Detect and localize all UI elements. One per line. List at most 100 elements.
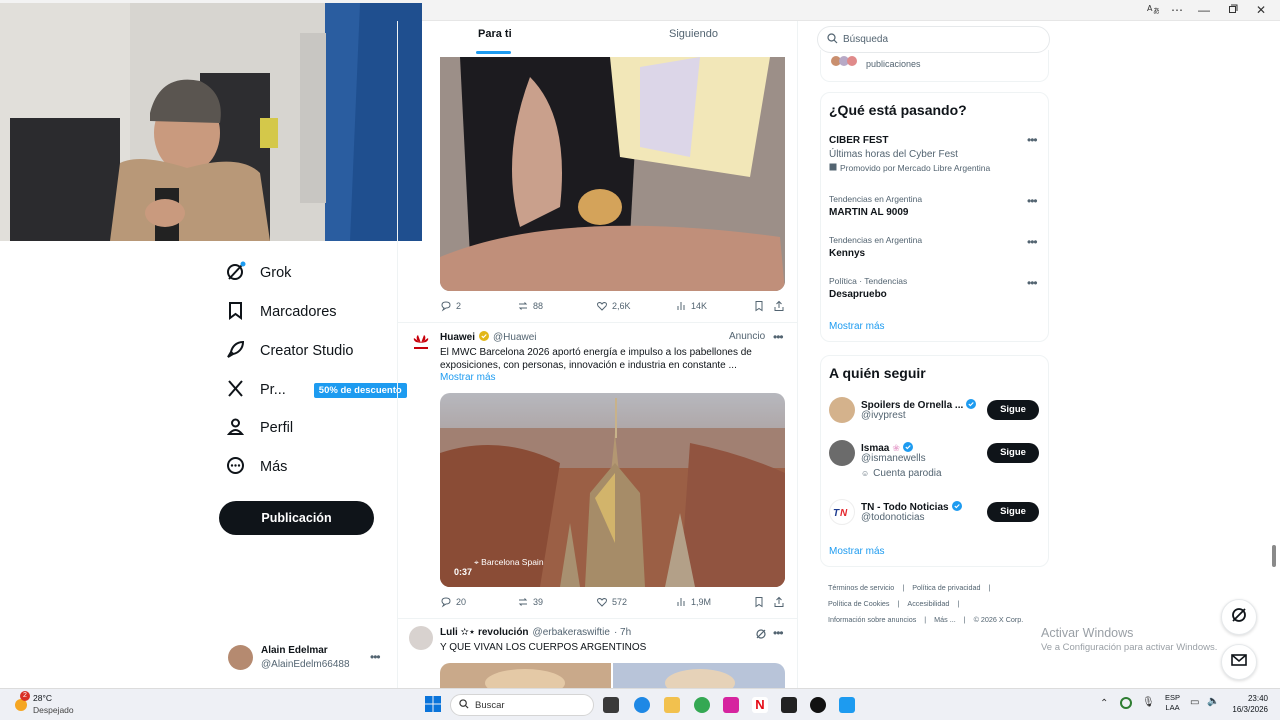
like-button[interactable]: 572 bbox=[596, 596, 627, 608]
account-switcher[interactable]: Alain Edelmar @AlainEdelm66488 ••• bbox=[228, 643, 388, 673]
more-icon[interactable]: ••• bbox=[773, 626, 784, 640]
follow-suggestion[interactable]: Ismaa ❀ @ismanewells ☺ Cuenta parodia Si… bbox=[829, 439, 1041, 485]
edge-icon[interactable] bbox=[634, 697, 650, 713]
bookmark-button[interactable] bbox=[753, 596, 765, 608]
like-count: 2,6K bbox=[612, 301, 631, 311]
footer-link[interactable]: Política de privacidad bbox=[912, 583, 980, 592]
tab-following[interactable]: Siguiendo bbox=[669, 28, 718, 40]
profile-name: Alain Edelmar bbox=[261, 645, 328, 656]
share-button[interactable] bbox=[773, 596, 785, 608]
views-button[interactable]: 1,9M bbox=[675, 596, 711, 608]
translate-icon[interactable]: Aあ bbox=[1142, 2, 1164, 18]
microphone-icon[interactable]: 🎙 bbox=[1142, 697, 1155, 708]
sync-icon[interactable] bbox=[1120, 697, 1132, 709]
bookmark-button[interactable] bbox=[753, 300, 765, 312]
like-button[interactable]: 2,6K bbox=[596, 300, 631, 312]
post-button[interactable]: Publicación bbox=[219, 501, 374, 535]
views-button[interactable]: 14K bbox=[675, 300, 707, 312]
video-location: ⌖ Barcelona Spain bbox=[474, 557, 544, 568]
more-icon[interactable]: ••• bbox=[370, 650, 381, 664]
tweet-time[interactable]: · 7h bbox=[614, 627, 631, 638]
more-icon[interactable]: ••• bbox=[773, 330, 784, 344]
grok-floating-button[interactable] bbox=[1221, 599, 1257, 635]
more-icon[interactable]: ⋯ bbox=[1166, 2, 1188, 18]
nav-premium[interactable]: Pr... 50% de descuento bbox=[225, 375, 407, 405]
task-view-icon[interactable] bbox=[603, 697, 619, 713]
show-more-link[interactable]: Mostrar más bbox=[829, 546, 885, 557]
scrollbar-thumb[interactable] bbox=[1272, 545, 1276, 567]
tweet-image[interactable] bbox=[440, 663, 785, 688]
tweet-image[interactable] bbox=[440, 57, 785, 291]
footer-separator: | bbox=[957, 599, 960, 608]
language-indicator[interactable]: ESP LAA bbox=[1165, 693, 1180, 713]
trend-item[interactable]: Política · Tendencias Desapruebo ••• bbox=[829, 276, 1041, 300]
repost-button[interactable]: 88 bbox=[517, 300, 543, 312]
windows-start-icon[interactable] bbox=[425, 696, 441, 717]
footer-row: Información sobre anuncios | Más ... | ©… bbox=[828, 615, 1023, 624]
volume-icon[interactable]: 🔈 bbox=[1207, 696, 1219, 707]
share-button[interactable] bbox=[773, 300, 785, 312]
show-more-link[interactable]: Mostrar más bbox=[440, 372, 496, 383]
more-icon[interactable]: ••• bbox=[1027, 235, 1038, 249]
nav-premium-label: Pr... bbox=[260, 382, 286, 398]
tweet-video[interactable]: ⌖ Barcelona Spain 0:37 bbox=[440, 393, 785, 587]
close-icon[interactable]: ✕ bbox=[1250, 2, 1272, 18]
messages-floating-button[interactable] bbox=[1221, 644, 1257, 680]
tab-for-you[interactable]: Para ti bbox=[478, 28, 512, 40]
grok-icon[interactable] bbox=[755, 627, 767, 645]
footer-link[interactable]: Accesibilidad bbox=[907, 599, 949, 608]
weather-text[interactable]: Despejado bbox=[33, 705, 74, 715]
network-icon[interactable]: ▭ bbox=[1190, 697, 1199, 708]
author-handle[interactable]: @erbakeraswiftie bbox=[533, 627, 610, 638]
repost-icon bbox=[518, 302, 528, 310]
footer-link[interactable]: Más ... bbox=[934, 615, 956, 624]
nav-grok[interactable]: Grok bbox=[225, 258, 291, 288]
repost-icon bbox=[518, 598, 528, 606]
weather-icon[interactable]: 2 bbox=[12, 691, 30, 713]
search-input[interactable]: Búsqueda bbox=[817, 26, 1050, 53]
more-icon[interactable]: ••• bbox=[1027, 194, 1038, 208]
clock[interactable]: 23:40 16/3/2026 bbox=[1228, 693, 1268, 715]
show-more-link[interactable]: Mostrar más bbox=[829, 321, 885, 332]
search-icon bbox=[459, 698, 469, 712]
minimize-icon[interactable]: — bbox=[1193, 2, 1215, 18]
follow-button[interactable]: Sigue bbox=[987, 400, 1039, 420]
follow-suggestion[interactable]: TN TN - Todo Noticias @todonoticias Sigu… bbox=[829, 498, 1041, 528]
footer-link[interactable]: Información sobre anuncios bbox=[828, 615, 916, 624]
netflix-icon[interactable]: N bbox=[752, 697, 768, 713]
file-explorer-icon[interactable] bbox=[664, 697, 680, 713]
weather-temp[interactable]: 28°C bbox=[33, 693, 52, 703]
huawei-logo-icon[interactable] bbox=[411, 333, 431, 353]
chevron-up-icon[interactable]: ⌃ bbox=[1100, 698, 1108, 709]
follow-button[interactable]: Sigue bbox=[987, 502, 1039, 522]
app-icon[interactable] bbox=[810, 697, 826, 713]
nav-profile[interactable]: Perfil bbox=[225, 413, 293, 443]
more-icon[interactable]: ••• bbox=[1027, 276, 1038, 290]
avatar[interactable] bbox=[409, 626, 433, 650]
reply-button[interactable]: 20 bbox=[440, 596, 466, 608]
restore-icon[interactable] bbox=[1222, 2, 1244, 18]
author-name[interactable]: Huawei bbox=[440, 332, 475, 343]
repost-button[interactable]: 39 bbox=[517, 596, 543, 608]
footer-link[interactable]: Términos de servicio bbox=[828, 583, 894, 592]
trend-item[interactable]: Tendencias en Argentina MARTIN AL 9009 •… bbox=[829, 194, 1041, 218]
author-name[interactable]: Luli ✫⋆ revolución bbox=[440, 627, 529, 638]
trend-item[interactable]: CIBER FEST Últimas horas del Cyber Fest … bbox=[829, 133, 1041, 173]
trend-item[interactable]: Tendencias en Argentina Kennys ••• bbox=[829, 235, 1041, 259]
nav-bookmarks[interactable]: Marcadores bbox=[225, 297, 337, 327]
instagram-icon[interactable] bbox=[723, 697, 739, 713]
follow-suggestion[interactable]: Spoilers de Ornella ... @ivyprest Sigue bbox=[829, 396, 1041, 426]
verified-icon bbox=[951, 498, 962, 516]
app-icon[interactable] bbox=[781, 697, 797, 713]
taskbar-search[interactable]: Buscar bbox=[450, 694, 594, 716]
nav-more[interactable]: Más bbox=[225, 452, 287, 482]
author-handle[interactable]: @Huawei bbox=[493, 332, 537, 343]
more-icon[interactable]: ••• bbox=[1027, 133, 1038, 147]
twitter-app-icon[interactable] bbox=[839, 697, 855, 713]
trend-subtitle: Últimas horas del Cyber Fest bbox=[829, 149, 958, 160]
chrome-icon[interactable] bbox=[694, 697, 710, 713]
footer-link[interactable]: Política de Cookies bbox=[828, 599, 890, 608]
follow-button[interactable]: Sigue bbox=[987, 443, 1039, 463]
nav-creator-studio[interactable]: Creator Studio bbox=[225, 336, 354, 366]
reply-button[interactable]: 2 bbox=[440, 300, 461, 312]
